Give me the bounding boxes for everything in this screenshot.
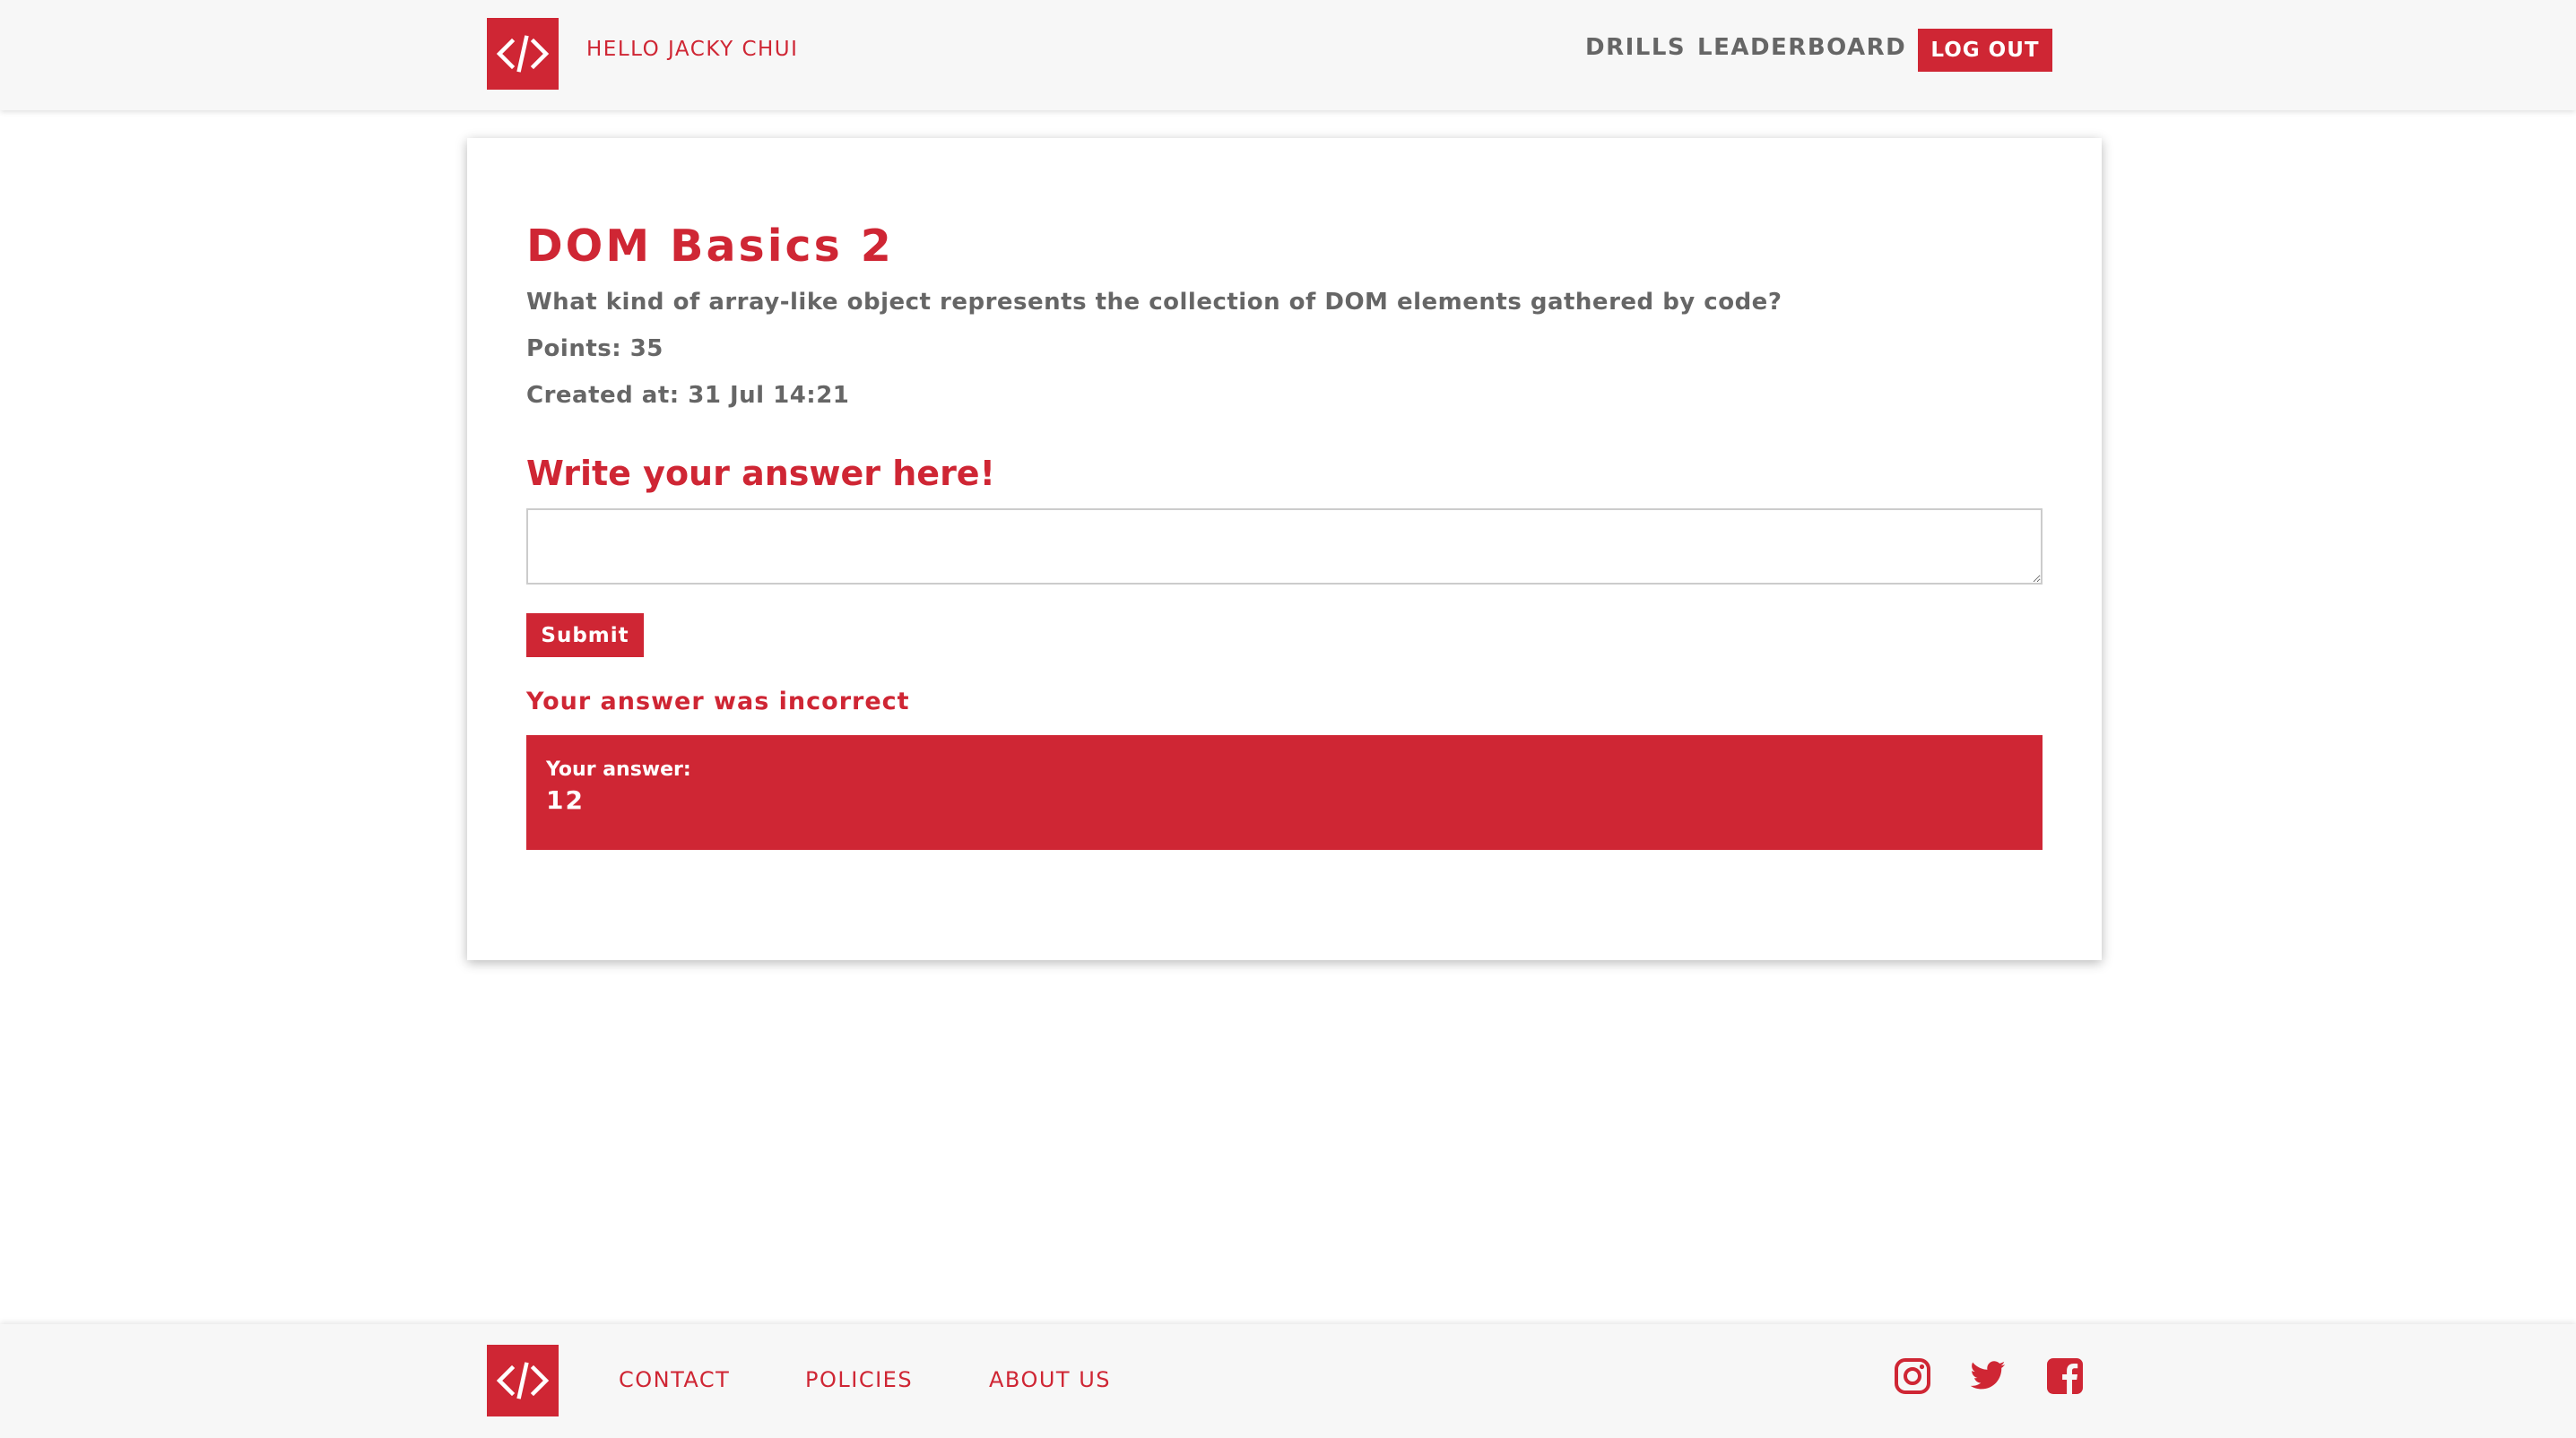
submit-button[interactable]: Submit xyxy=(526,613,644,657)
footer-policies-link[interactable]: POLICIES xyxy=(805,1367,913,1392)
drill-question: What kind of array-like object represent… xyxy=(526,289,1782,316)
result-message: Your answer was incorrect xyxy=(526,688,910,715)
site-logo[interactable] xyxy=(487,18,559,90)
drill-title: DOM Basics 2 xyxy=(526,221,894,272)
user-greeting: HELLO JACKY CHUI xyxy=(586,38,799,61)
footer: CONTACT POLICIES ABOUT US xyxy=(0,1324,2576,1438)
drill-card: DOM Basics 2 What kind of array-like obj… xyxy=(467,138,2102,960)
drill-points: Points: 35 xyxy=(526,335,664,362)
answer-heading: Write your answer here! xyxy=(526,454,995,493)
nav-leaderboard-link[interactable]: LEADERBOARD xyxy=(1697,34,1906,61)
nav-drills-link[interactable]: DRILLS xyxy=(1585,34,1686,61)
footer-contact-link[interactable]: CONTACT xyxy=(619,1367,730,1392)
instagram-icon[interactable] xyxy=(1894,1357,1931,1395)
twitter-icon[interactable] xyxy=(1969,1357,2007,1395)
top-navbar: HELLO JACKY CHUI DRILLS LEADERBOARD LOG … xyxy=(0,0,2576,110)
answer-textarea[interactable] xyxy=(526,508,2043,585)
page: HELLO JACKY CHUI DRILLS LEADERBOARD LOG … xyxy=(0,0,2576,1438)
code-brackets-icon xyxy=(496,35,550,73)
code-brackets-icon xyxy=(496,1362,550,1399)
submitted-answer-label: Your answer: xyxy=(546,758,691,781)
footer-logo[interactable] xyxy=(487,1345,559,1416)
facebook-icon[interactable] xyxy=(2046,1357,2084,1395)
submitted-answer-value: 12 xyxy=(546,785,585,815)
footer-about-link[interactable]: ABOUT US xyxy=(989,1367,1111,1392)
drill-created-at: Created at: 31 Jul 14:21 xyxy=(526,382,850,409)
logout-button[interactable]: LOG OUT xyxy=(1918,29,2052,72)
submitted-answer-box: Your answer: 12 xyxy=(526,735,2043,850)
